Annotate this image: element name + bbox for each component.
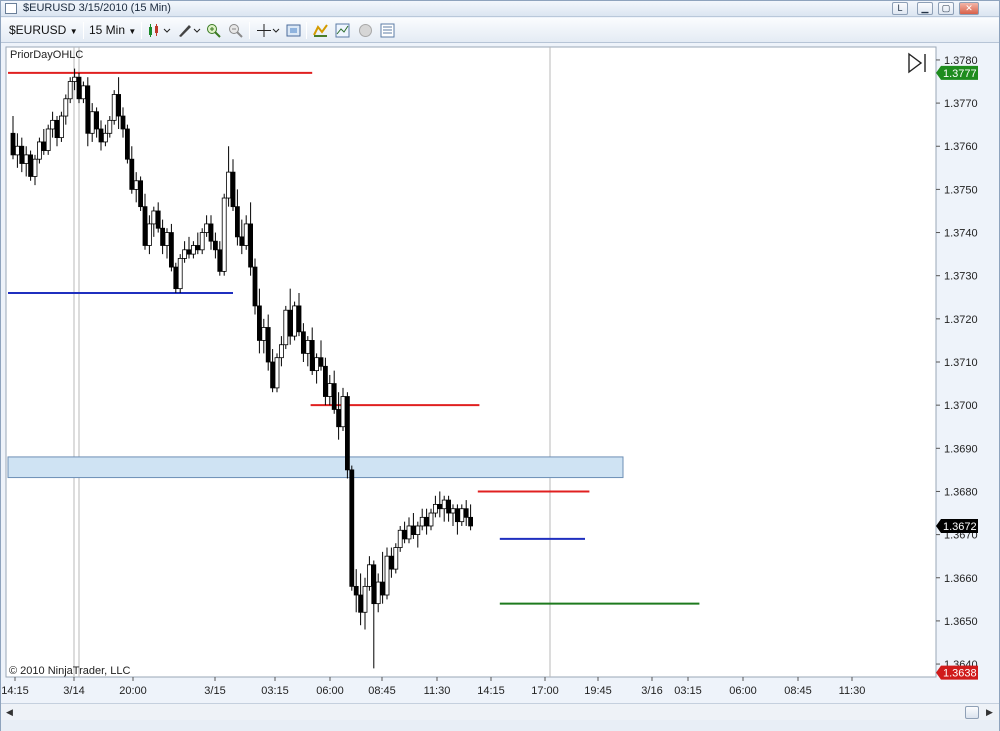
price-tick-label: 1.3770 xyxy=(944,98,978,110)
price-tick-label: 1.3700 xyxy=(944,400,978,412)
candle xyxy=(252,258,258,315)
chevron-down-icon: ▼ xyxy=(69,27,78,36)
price-marker: 1.3672 xyxy=(936,518,978,533)
instrument-selector[interactable]: $EURUSD ▼ xyxy=(9,22,78,39)
time-tick-label: 06:00 xyxy=(729,685,757,697)
minimize-button[interactable]: ▁ xyxy=(917,2,933,15)
time-tick-label: 11:30 xyxy=(839,685,866,697)
candle xyxy=(125,124,130,164)
price-tick-label: 1.3730 xyxy=(944,271,978,283)
price-marker: 1.3638 xyxy=(936,665,978,680)
price-marker-label: 1.3638 xyxy=(943,668,977,680)
price-tick-label: 1.3660 xyxy=(944,573,978,585)
price-tick-label: 1.3750 xyxy=(944,184,978,196)
time-tick-label: 14:15 xyxy=(477,685,505,697)
toolbar-separator xyxy=(141,22,142,39)
candle xyxy=(344,392,350,479)
time-tick-label: 14:15 xyxy=(1,685,29,697)
time-tick-label: 3/15 xyxy=(204,685,225,697)
candle xyxy=(393,543,399,574)
title-bar: $EURUSD 3/15/2010 (15 Min) L ▁ ▢ ✕ xyxy=(1,1,999,17)
candle xyxy=(59,111,64,142)
candle xyxy=(76,72,82,104)
price-tick-label: 1.3740 xyxy=(944,228,978,240)
chart-window: $EURUSD 3/15/2010 (15 Min) L ▁ ▢ ✕ $EURU… xyxy=(0,0,1000,731)
price-tick-label: 1.3760 xyxy=(944,141,978,153)
interval-selector[interactable]: 15 Min ▼ xyxy=(89,22,136,39)
link-button[interactable]: L xyxy=(892,2,908,15)
interval-label: 15 Min xyxy=(89,23,126,37)
time-tick-label: 08:45 xyxy=(784,685,812,697)
zoom-out-icon[interactable] xyxy=(228,23,243,38)
chevron-down-icon: ▼ xyxy=(128,27,137,36)
time-tick-label: 3/14 xyxy=(63,685,84,697)
draw-tools-icon[interactable] xyxy=(177,23,201,38)
candle xyxy=(292,301,298,341)
indicators-icon[interactable] xyxy=(335,23,350,38)
horizontal-scrollbar[interactable]: ◀ ▶ xyxy=(1,703,999,720)
plot-area[interactable] xyxy=(5,46,937,678)
chart-toolbar: $EURUSD ▼ 15 Min ▼ xyxy=(1,18,999,43)
scroll-left-icon[interactable]: ◀ xyxy=(3,706,16,718)
scroll-thumb[interactable] xyxy=(965,706,979,719)
window-title: $EURUSD 3/15/2010 (15 Min) xyxy=(23,2,171,14)
time-tick-label: 08:45 xyxy=(368,685,396,697)
status-bar xyxy=(1,720,999,731)
candle xyxy=(45,124,51,155)
scroll-right-icon[interactable]: ▶ xyxy=(983,706,996,718)
price-tick-label: 1.3710 xyxy=(944,357,978,369)
candle xyxy=(274,353,280,393)
crosshair-icon[interactable] xyxy=(256,23,280,38)
price-marker: 1.3777 xyxy=(936,65,978,80)
price-tick-label: 1.3780 xyxy=(944,55,978,67)
time-tick-label: 3/16 xyxy=(641,685,662,697)
candle xyxy=(349,465,355,591)
toolbar-separator xyxy=(83,22,84,39)
time-tick-label: 20:00 xyxy=(119,685,147,697)
price-tick-label: 1.3650 xyxy=(944,616,978,628)
time-tick-label: 06:00 xyxy=(316,685,344,697)
time-tick-label: 03:15 xyxy=(261,685,289,697)
candle xyxy=(173,262,179,293)
candle xyxy=(177,254,183,293)
time-tick-label: 17:00 xyxy=(531,685,559,697)
time-tick-label: 19:45 xyxy=(584,685,612,697)
chart-style-icon[interactable] xyxy=(147,23,171,38)
price-tick-label: 1.3690 xyxy=(944,443,978,455)
hide-icon[interactable] xyxy=(358,23,373,38)
properties-icon[interactable] xyxy=(380,23,395,38)
maximize-button[interactable]: ▢ xyxy=(938,2,954,15)
instrument-label: $EURUSD xyxy=(9,23,67,37)
candle xyxy=(28,150,34,181)
copyright-label: © 2010 NinjaTrader, LLC xyxy=(9,665,130,677)
price-chart[interactable]: PriorDayOHLC © 2010 NinjaTrader, LLC 1.3… xyxy=(1,43,999,703)
price-tick-label: 1.3680 xyxy=(944,486,978,498)
toolbar-separator xyxy=(249,22,250,39)
strategies-icon[interactable] xyxy=(313,23,328,38)
time-tick-label: 03:15 xyxy=(674,685,702,697)
close-button[interactable]: ✕ xyxy=(959,2,979,15)
candle xyxy=(111,90,117,125)
indicator-label: PriorDayOHLC xyxy=(10,49,83,61)
snapshot-icon[interactable] xyxy=(286,23,301,38)
zone-rectangle[interactable] xyxy=(7,456,624,479)
candle xyxy=(283,305,289,350)
time-tick-label: 11:30 xyxy=(424,685,451,697)
price-marker-label: 1.3672 xyxy=(943,521,977,533)
price-marker-label: 1.3777 xyxy=(943,68,977,80)
candle xyxy=(138,176,144,211)
toolbar-separator xyxy=(306,22,307,39)
chart-app-icon xyxy=(5,3,17,14)
candle xyxy=(221,193,227,276)
zoom-in-icon[interactable] xyxy=(206,23,221,38)
price-tick-label: 1.3720 xyxy=(944,314,978,326)
